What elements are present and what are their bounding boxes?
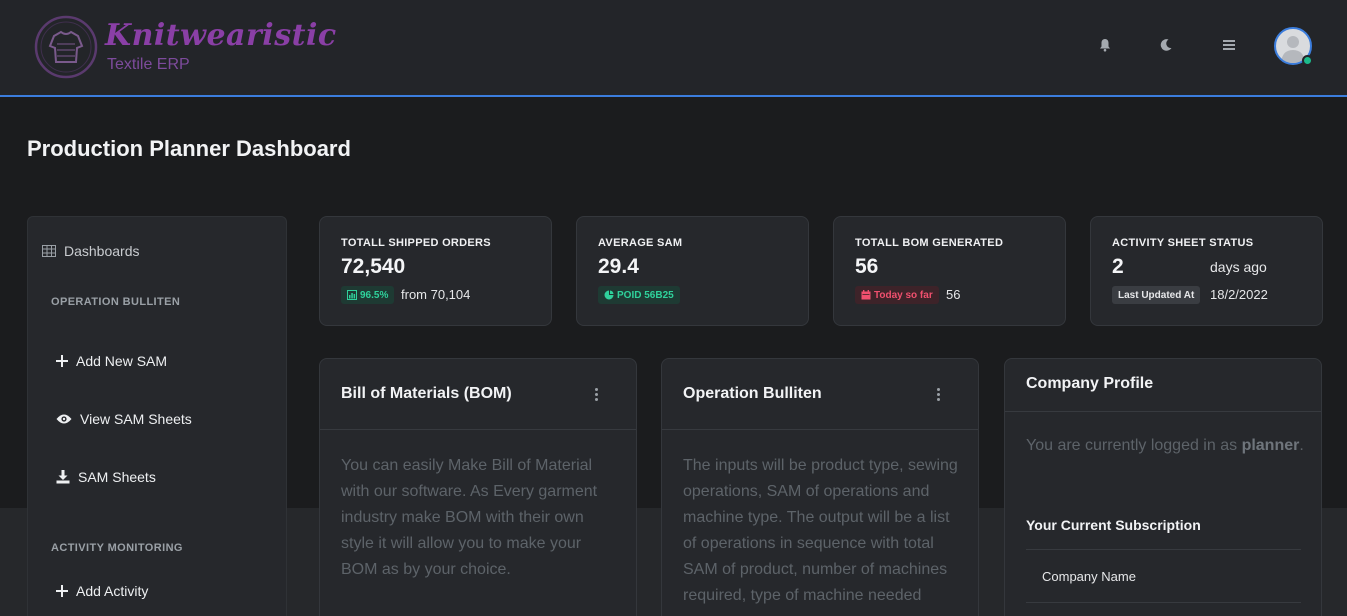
chart-icon — [347, 290, 357, 300]
stat-label: ACTIVITY SHEET STATUS — [1112, 237, 1254, 249]
stat-sub: 18/2/2022 — [1210, 287, 1268, 302]
stat-sub: 56 — [946, 287, 961, 302]
divider — [1026, 602, 1301, 603]
panel-title: Operation Bulliten — [683, 385, 822, 402]
brand-subtitle: Textile ERP — [107, 56, 190, 73]
top-navbar: Knitwearistic Textile ERP — [0, 0, 1347, 97]
stat-card-activity-sheet: ACTIVITY SHEET STATUS 2 days ago Last Up… — [1090, 216, 1323, 326]
poid-badge: POID 56B25 — [598, 286, 680, 304]
stat-label: AVERAGE SAM — [598, 237, 683, 249]
username: planner — [1241, 437, 1300, 454]
divider — [662, 429, 978, 430]
sidebar-item-label: Add New SAM — [76, 353, 168, 369]
page-title: Production Planner Dashboard — [27, 136, 351, 161]
online-status-dot — [1302, 55, 1313, 66]
bell-icon[interactable] — [1094, 34, 1116, 56]
login-info: You are currently logged in as planner. — [1026, 437, 1304, 454]
stat-label: TOTALL BOM GENERATED — [855, 237, 1004, 249]
more-options-icon[interactable] — [589, 385, 603, 403]
divider — [1026, 549, 1301, 550]
subscription-title: Your Current Subscription — [1026, 517, 1201, 533]
sidebar-item-label: Dashboards — [64, 243, 140, 259]
plus-icon — [56, 355, 68, 367]
plus-icon — [56, 585, 68, 597]
stat-label: TOTALL SHIPPED ORDERS — [341, 237, 491, 249]
today-badge: Today so far — [855, 286, 939, 304]
company-name-label: Company Name — [1042, 569, 1136, 584]
stat-card-average-sam: AVERAGE SAM 29.4 POID 56B25 — [576, 216, 809, 326]
sidebar-item-add-activity[interactable]: Add Activity — [56, 583, 148, 599]
calendar-icon — [861, 290, 871, 300]
company-profile-panel: Company Profile You are currently logged… — [1004, 358, 1322, 616]
percentage-badge: 96.5% — [341, 286, 395, 304]
download-icon — [56, 470, 70, 484]
panel-body: You can easily Make Bill of Material wit… — [341, 457, 598, 578]
stat-value: 56 — [855, 255, 879, 278]
brand-name: Knitwearistic — [105, 18, 337, 53]
table-grid-icon — [42, 245, 56, 257]
menu-icon[interactable] — [1218, 34, 1240, 56]
sidebar-item-label: View SAM Sheets — [80, 411, 192, 427]
more-options-icon[interactable] — [931, 385, 945, 403]
stat-value: 72,540 — [341, 255, 406, 278]
stat-card-bom-generated: TOTALL BOM GENERATED 56 Today so far 56 — [833, 216, 1066, 326]
pie-chart-icon — [604, 290, 614, 300]
last-updated-badge: Last Updated At — [1112, 286, 1201, 304]
sidebar-section-operation-bulliten: OPERATION BULLITEN — [51, 296, 181, 308]
sidebar-item-label: SAM Sheets — [78, 469, 156, 485]
operation-bulliten-panel: Operation Bulliten The inputs will be pr… — [661, 358, 979, 616]
sidebar: Dashboards OPERATION BULLITEN Add New SA… — [27, 216, 287, 616]
bom-panel: Bill of Materials (BOM) You can easily M… — [319, 358, 637, 616]
stat-card-shipped-orders: TOTALL SHIPPED ORDERS 72,540 96.5% from … — [319, 216, 552, 326]
sidebar-item-add-new-sam[interactable]: Add New SAM — [56, 353, 167, 369]
panel-title: Bill of Materials (BOM) — [341, 385, 512, 402]
panel-title: Company Profile — [1026, 375, 1154, 392]
sidebar-item-sam-sheets[interactable]: SAM Sheets — [56, 469, 156, 485]
stat-value: 2 — [1112, 255, 1124, 278]
stat-value-suffix: days ago — [1210, 259, 1267, 275]
sidebar-item-label: Add Activity — [76, 583, 149, 599]
stat-sub: from 70,104 — [401, 287, 471, 302]
panel-body: The inputs will be product type, sewing … — [683, 457, 958, 604]
sidebar-item-dashboards[interactable]: Dashboards — [42, 243, 140, 259]
stat-value: 29.4 — [598, 255, 639, 278]
moon-icon[interactable] — [1155, 34, 1177, 56]
sidebar-section-activity-monitoring: ACTIVITY MONITORING — [51, 542, 183, 554]
knitwear-logo-icon[interactable] — [33, 14, 99, 80]
divider — [1005, 411, 1321, 412]
eye-icon — [56, 414, 72, 424]
sidebar-item-view-sam-sheets[interactable]: View SAM Sheets — [56, 411, 192, 427]
divider — [320, 429, 636, 430]
